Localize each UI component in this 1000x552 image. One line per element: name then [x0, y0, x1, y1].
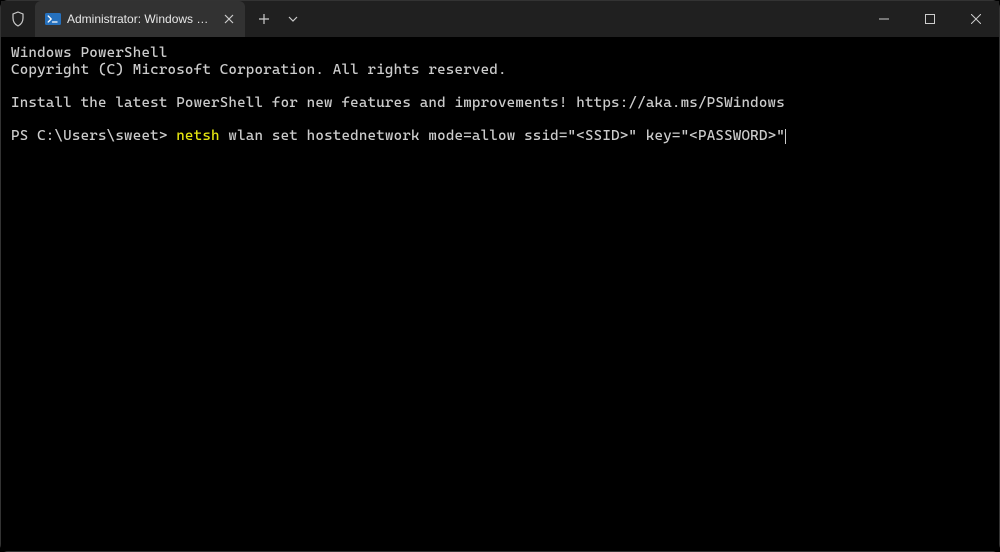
admin-shield-icon: [1, 1, 35, 37]
tab-dropdown-button[interactable]: [279, 1, 307, 37]
active-tab[interactable]: Administrator: Windows Powe: [35, 1, 245, 37]
terminal-body[interactable]: Windows PowerShell Copyright (C) Microso…: [1, 37, 999, 551]
terminal-prompt-line: PS C:\Users\sweet> netsh wlan set hosted…: [11, 128, 989, 145]
prompt-text: PS C:\Users\sweet>: [11, 128, 176, 144]
terminal-blank-line: [11, 78, 989, 95]
terminal-copyright-line: Copyright (C) Microsoft Corporation. All…: [11, 62, 989, 79]
terminal-install-msg-line: Install the latest PowerShell for new fe…: [11, 95, 989, 112]
command-rest: wlan set hostednetwork mode=allow ssid="…: [220, 128, 785, 144]
tab-title: Administrator: Windows Powe: [67, 12, 215, 26]
terminal-blank-line: [11, 112, 989, 129]
window-controls: [861, 1, 999, 37]
terminal-header-line: Windows PowerShell: [11, 45, 989, 62]
titlebar: Administrator: Windows Powe: [1, 1, 999, 37]
powershell-icon: [45, 11, 61, 27]
new-tab-button[interactable]: [249, 1, 279, 37]
minimize-button[interactable]: [861, 1, 907, 37]
text-cursor: [785, 129, 786, 144]
titlebar-left: Administrator: Windows Powe: [1, 1, 307, 37]
command-highlight: netsh: [176, 128, 219, 144]
maximize-button[interactable]: [907, 1, 953, 37]
tab-close-button[interactable]: [221, 11, 237, 27]
close-window-button[interactable]: [953, 1, 999, 37]
